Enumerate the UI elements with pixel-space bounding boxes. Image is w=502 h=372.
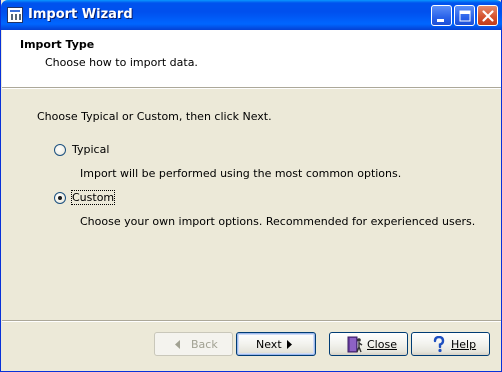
minimize-button[interactable] [431,5,452,26]
header-divider [2,88,501,89]
arrow-right-icon [287,340,292,349]
custom-description: Choose your own import options. Recommen… [80,215,476,228]
help-label: Help [451,338,477,351]
header-subtitle: Choose how to import data. [45,56,198,69]
typical-radio[interactable] [54,144,66,156]
custom-label[interactable]: Custom [70,190,116,205]
close-icon [482,10,494,22]
header-title: Import Type [20,38,95,51]
option-typical[interactable]: Typical [54,143,154,159]
maximize-icon [459,10,471,22]
back-button[interactable]: Back [154,332,233,356]
footer-divider-highlight [2,321,501,322]
back-label: Back [191,338,218,351]
wizard-app-icon[interactable] [7,7,23,23]
next-label: Next [256,338,282,351]
wizard-header: Import Type Choose how to import data. [2,30,501,88]
help-button[interactable]: Help [411,332,490,356]
door-exit-icon [347,336,363,353]
option-custom[interactable]: Custom [54,190,154,207]
instruction-text: Choose Typical or Custom, then click Nex… [37,110,272,123]
typical-description: Import will be performed using the most … [80,167,402,180]
import-wizard-window: Import Wizard Import Type Choose how to … [0,0,502,372]
arrow-left-icon [175,340,180,349]
next-button[interactable]: Next [236,332,316,356]
close-window-button[interactable] [477,5,498,26]
typical-label[interactable]: Typical [72,143,109,156]
maximize-button[interactable] [454,5,475,26]
question-mark-icon [433,336,445,353]
title-bar[interactable]: Import Wizard [1,0,502,30]
minimize-icon [437,19,444,22]
close-button[interactable]: Close [329,332,408,356]
close-label: Close [367,338,397,351]
window-title: Import Wizard [28,7,133,22]
custom-radio[interactable] [54,192,66,204]
